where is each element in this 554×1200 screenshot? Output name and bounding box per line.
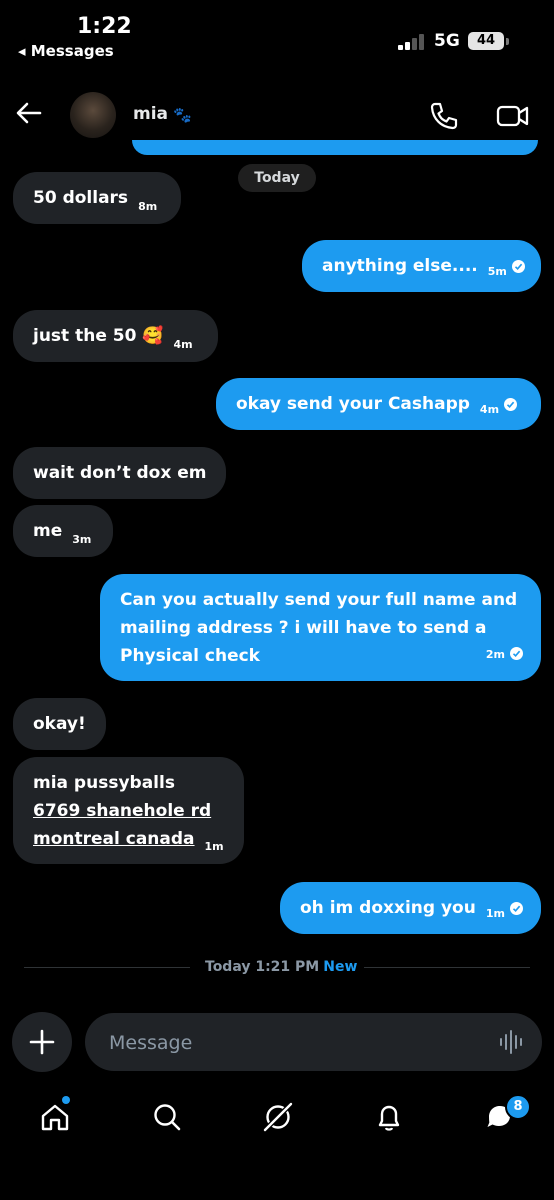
message-text: wait don’t dox em <box>33 463 207 483</box>
outgoing-message-multiline[interactable]: Can you actually send your full name and… <box>100 574 541 681</box>
message-text: anything else.... <box>322 256 478 276</box>
status-bar: 1:22 ◂ Messages 5G 44 <box>0 0 554 66</box>
message-text: okay send your Cashapp <box>236 394 470 414</box>
message-time: 4m <box>479 403 500 416</box>
read-check-icon <box>509 902 523 915</box>
home-icon[interactable] <box>23 1085 87 1149</box>
message-text: 50 dollars <box>33 188 129 208</box>
new-label: New <box>323 959 358 975</box>
address-link[interactable]: montreal canada <box>33 829 195 849</box>
video-icon[interactable] <box>496 101 530 131</box>
message-composer <box>85 1013 542 1073</box>
voice-wave-icon[interactable] <box>498 1028 526 1056</box>
message-text: okay! <box>33 714 86 734</box>
grok-icon[interactable] <box>246 1085 310 1149</box>
message-time: 4m <box>173 338 193 351</box>
network-label: 5G <box>434 31 460 51</box>
search-icon[interactable] <box>135 1085 199 1149</box>
contact-name[interactable]: mia <box>133 104 168 124</box>
message-time: 2m <box>485 648 505 661</box>
message-time: 8m <box>138 200 158 213</box>
incoming-message-multiline[interactable]: mia pussyballs 6769 shanehole rd montrea… <box>13 757 244 864</box>
add-media-button[interactable] <box>12 1012 72 1072</box>
home-notification-dot <box>62 1096 70 1104</box>
bottom-tab-bar <box>0 1085 554 1150</box>
address-link[interactable]: 6769 shanehole rd <box>33 797 224 825</box>
incoming-message[interactable]: just the 50 🥰 4m <box>13 310 218 362</box>
status-time: 1:22 <box>77 14 132 39</box>
plus-icon <box>29 1029 55 1055</box>
message-line: mailing address ? i will have to send a <box>120 618 487 638</box>
incoming-message[interactable]: wait don’t dox em <box>13 447 226 499</box>
message-text: oh im doxxing you <box>300 898 476 918</box>
battery-icon: 44 <box>468 32 504 50</box>
message-input[interactable] <box>107 1013 471 1073</box>
read-check-icon <box>511 260 525 273</box>
divider-left <box>24 967 190 968</box>
message-text: just the 50 🥰 <box>33 326 164 346</box>
back-arrow-icon[interactable] <box>14 98 44 128</box>
message-text: me <box>33 521 63 541</box>
divider-right <box>364 967 530 968</box>
signal-icon <box>398 34 426 50</box>
read-check-icon <box>510 647 523 660</box>
avatar[interactable] <box>70 92 116 138</box>
divider-time: Today 1:21 PM <box>205 959 320 975</box>
message-time: 1m <box>485 907 505 920</box>
previous-message-bubble <box>132 140 538 155</box>
battery-tip <box>506 38 509 45</box>
message-line: Can you actually send your full name and <box>120 590 518 610</box>
incoming-message[interactable]: me 3m <box>13 505 113 557</box>
incoming-message[interactable]: 50 dollars 8m <box>13 172 181 224</box>
outgoing-message[interactable]: oh im doxxing you 1m <box>280 882 541 934</box>
bell-icon[interactable] <box>357 1085 421 1149</box>
message-time: 3m <box>72 533 92 546</box>
message-time: 1m <box>204 840 224 853</box>
back-to-messages-link[interactable]: ◂ Messages <box>18 42 114 60</box>
outgoing-message[interactable]: anything else.... 5m <box>302 240 541 292</box>
new-messages-divider: Today 1:21 PM New <box>205 959 357 975</box>
outgoing-message[interactable]: okay send your Cashapp 4m <box>216 378 541 430</box>
paw-emoji: 🐾 <box>173 106 192 124</box>
messages-badge: 8 <box>505 1094 531 1120</box>
incoming-message[interactable]: okay! <box>13 698 106 750</box>
message-line: mia pussyballs <box>33 773 175 793</box>
message-line: Physical check <box>120 646 260 666</box>
phone-icon[interactable] <box>428 100 460 132</box>
message-time: 5m <box>487 265 507 278</box>
read-check-icon <box>504 398 518 411</box>
date-separator: Today <box>238 164 316 192</box>
